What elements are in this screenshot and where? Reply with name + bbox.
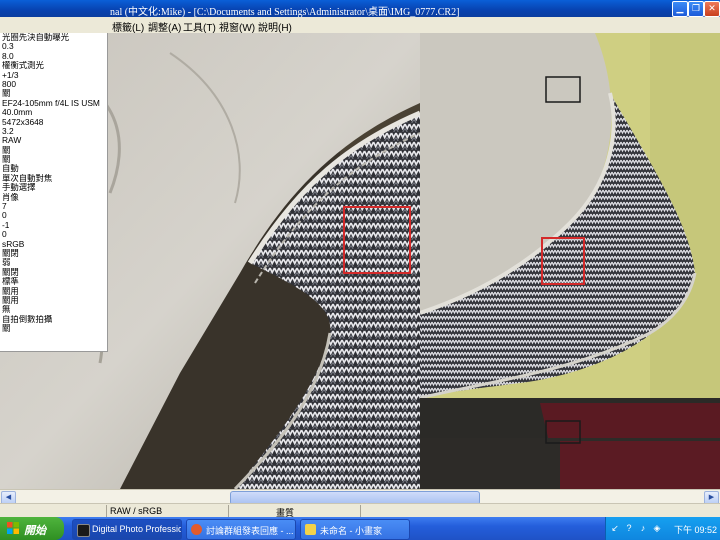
info-line: 關用 [2,295,19,305]
info-line: 關用 [2,286,19,296]
menu-help[interactable]: 說明(H) [258,19,292,34]
camera-app-icon [77,524,90,537]
info-line: 40.0mm [2,108,33,118]
info-line: 權衡式測光 [2,61,44,71]
info-line: 關閉 [2,248,19,258]
paint-icon [305,524,316,535]
task-label: 未命名 - 小畫家 [320,526,382,536]
info-line: 手動選擇 [2,183,36,193]
arrow-tray-icon[interactable]: ↙ [610,523,620,533]
info-line: EF24-105mm f/4L IS USM [2,98,100,108]
help-tray-icon[interactable]: ? [624,523,634,533]
task-forum[interactable]: 討論群組發表回應 - ... [186,519,296,540]
info-line: 關 [2,89,11,99]
info-line: -1 [2,220,10,230]
title-bar: nal (中文化:Mike) - [C:\Documents and Setti… [0,0,720,18]
window-title: nal (中文化:Mike) - [C:\Documents and Setti… [110,7,460,18]
menu-tools[interactable]: 工具(T) [183,19,216,34]
info-line: +1/3 [2,70,19,80]
shooting-info-panel: 光圈先決自動曝光 0.3 8.0 權衡式測光 +1/3 800 關 EF24-105mm f/… [0,33,108,352]
info-line: 0 [2,230,7,240]
info-line: 0.3 [2,42,14,52]
menu-bar: 標籤(L) 調整(A) 工具(T) 視窗(W) 說明(H) [0,17,720,34]
network-tray-icon[interactable]: ◈ [652,523,662,533]
info-line: 8.0 [2,51,14,61]
info-line: 0 [2,211,7,221]
info-line: 關 [2,145,11,155]
minimize-button[interactable]: ▁ [672,1,688,17]
task-label: 討論群組發表回應 - ... [206,526,294,536]
start-button[interactable]: 開始 [0,517,64,540]
system-tray: ↙ ? ♪ ◈ 下午 09:52 [605,517,720,540]
browser-icon [191,524,202,535]
menu-adjust[interactable]: 調整(A) [148,19,181,34]
taskbar: 開始 Digital Photo Professio... 討論群組發表回應 -… [0,517,720,540]
info-line: 800 [2,79,16,89]
status-bar: RAW / sRGB 畫質 [0,503,720,518]
horizontal-scrollbar[interactable]: ◀ ▶ [0,489,720,505]
clock: 下午 09:52 [674,525,718,535]
info-line: 弱 [2,258,11,268]
info-line: 標準 [2,277,19,287]
info-line: 關閉 [2,267,19,277]
info-line: 自拍倒數拍攝 [2,314,53,324]
info-line: 單次自動對焦 [2,173,53,183]
info-line: 3.2 [2,126,14,136]
info-line: 5472x3648 [2,117,44,127]
info-line: 關 [2,324,11,334]
right-preview-image[interactable] [420,33,720,489]
info-line: 無 [2,305,11,315]
info-line: 光圈先決自動曝光 [2,33,69,42]
status-format: RAW / sRGB [110,506,163,516]
info-line: RAW [2,136,22,146]
task-dpp[interactable]: Digital Photo Professio... [72,519,182,540]
volume-tray-icon[interactable]: ♪ [638,523,648,533]
windows-flag-icon [7,522,19,534]
info-line: 關 [2,155,11,165]
status-separator [360,505,361,517]
image-canvas[interactable]: 光圈先決自動曝光 0.3 8.0 權衡式測光 +1/3 800 關 EF24-105mm f/… [0,33,720,489]
task-label: Digital Photo Professio... [92,524,182,534]
status-separator [228,505,229,517]
task-paint[interactable]: 未命名 - 小畫家 [300,519,410,540]
maximize-button[interactable]: ❐ [688,1,704,17]
info-line: 肖像 [2,192,19,202]
close-button[interactable]: ✕ [704,1,720,17]
info-line: 7 [2,202,7,212]
info-line: 自動 [2,164,19,174]
info-line: sRGB [2,239,25,249]
status-separator [106,505,107,517]
start-label: 開始 [24,525,46,537]
menu-labels[interactable]: 標籤(L) [112,19,144,34]
menu-window[interactable]: 視窗(W) [219,19,255,34]
